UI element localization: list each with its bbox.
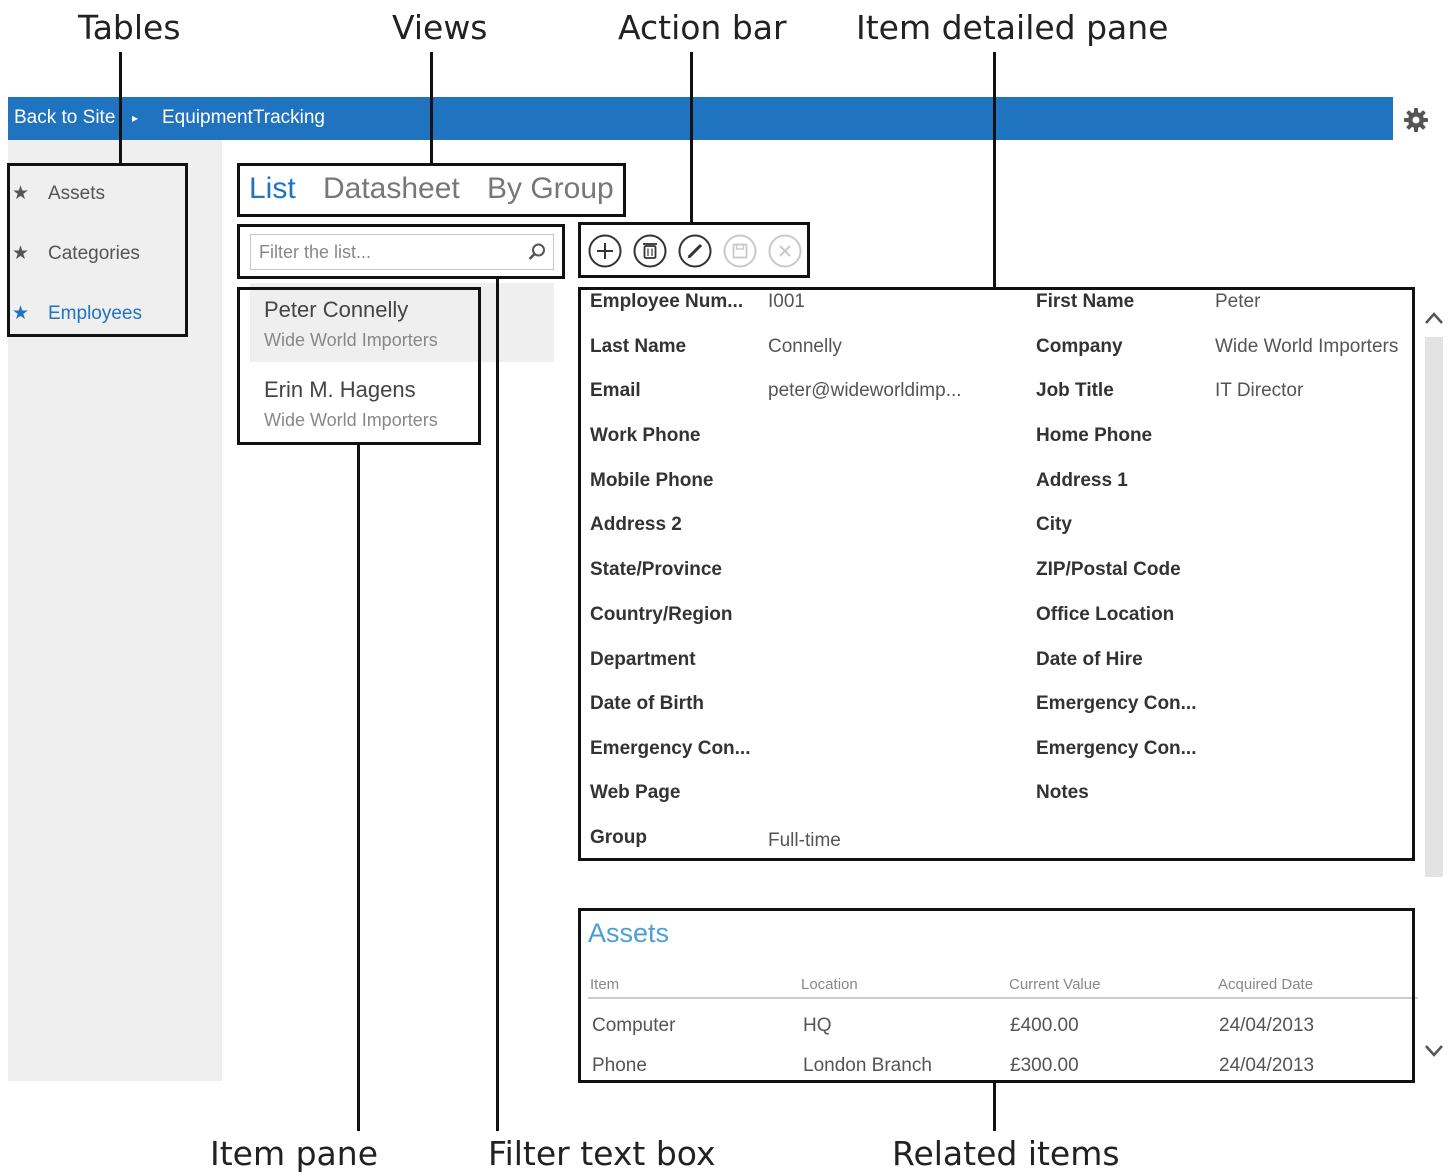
back-to-site-link[interactable]: Back to Site	[14, 107, 115, 129]
callout-line-filter	[496, 279, 499, 1131]
callout-line-views	[430, 52, 433, 163]
chevron-up-icon[interactable]	[1423, 309, 1445, 327]
callout-box-views	[237, 163, 626, 217]
callout-box-tables	[7, 163, 188, 337]
callout-action-bar: Action bar	[618, 8, 787, 47]
callout-box-filter	[237, 224, 565, 279]
callout-box-item-detail	[578, 287, 1415, 861]
callout-line-item-pane	[357, 445, 360, 1131]
scrollbar-track[interactable]	[1425, 337, 1443, 877]
callout-filter-text-box: Filter text box	[488, 1134, 716, 1173]
callout-box-related-items	[578, 908, 1415, 1083]
breadcrumb-separator-icon: ▸	[132, 111, 139, 125]
callout-item-pane: Item pane	[210, 1134, 378, 1173]
callout-line-tables	[119, 52, 122, 163]
chevron-down-icon[interactable]	[1423, 1042, 1445, 1060]
app-title[interactable]: EquipmentTracking	[162, 107, 325, 129]
callout-item-detailed-pane: Item detailed pane	[856, 8, 1169, 47]
callout-views: Views	[392, 8, 488, 47]
callout-line-action-bar	[690, 52, 693, 222]
callout-line-item-detail	[993, 52, 996, 287]
callout-box-item-pane	[237, 287, 481, 445]
callout-box-action-bar	[578, 222, 810, 278]
callout-related-items: Related items	[892, 1134, 1120, 1173]
callout-tables: Tables	[78, 8, 181, 47]
gear-icon[interactable]	[1401, 105, 1431, 135]
callout-line-related	[993, 1083, 996, 1131]
app-header-bar: Back to Site ▸ EquipmentTracking	[8, 97, 1393, 140]
